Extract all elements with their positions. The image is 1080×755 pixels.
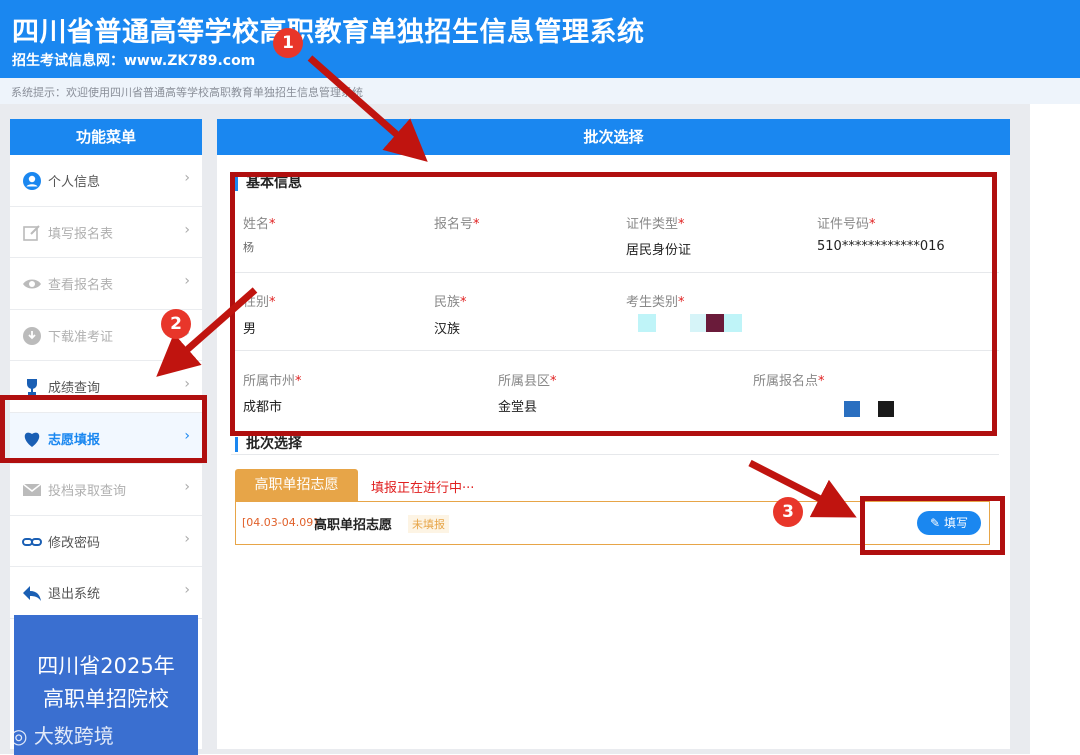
watermark-text: 大数跨境 [33, 724, 114, 748]
annotation-arrows [156, 55, 857, 518]
annotation-number-3: 3 [773, 497, 803, 527]
arrow-1 [307, 55, 428, 162]
annotation-number-1: 1 [273, 28, 303, 58]
annotation-number-2: 2 [161, 309, 191, 339]
watermark-logo-icon: ◎ [10, 724, 28, 748]
watermark: ◎ 大数跨境 [10, 720, 114, 749]
